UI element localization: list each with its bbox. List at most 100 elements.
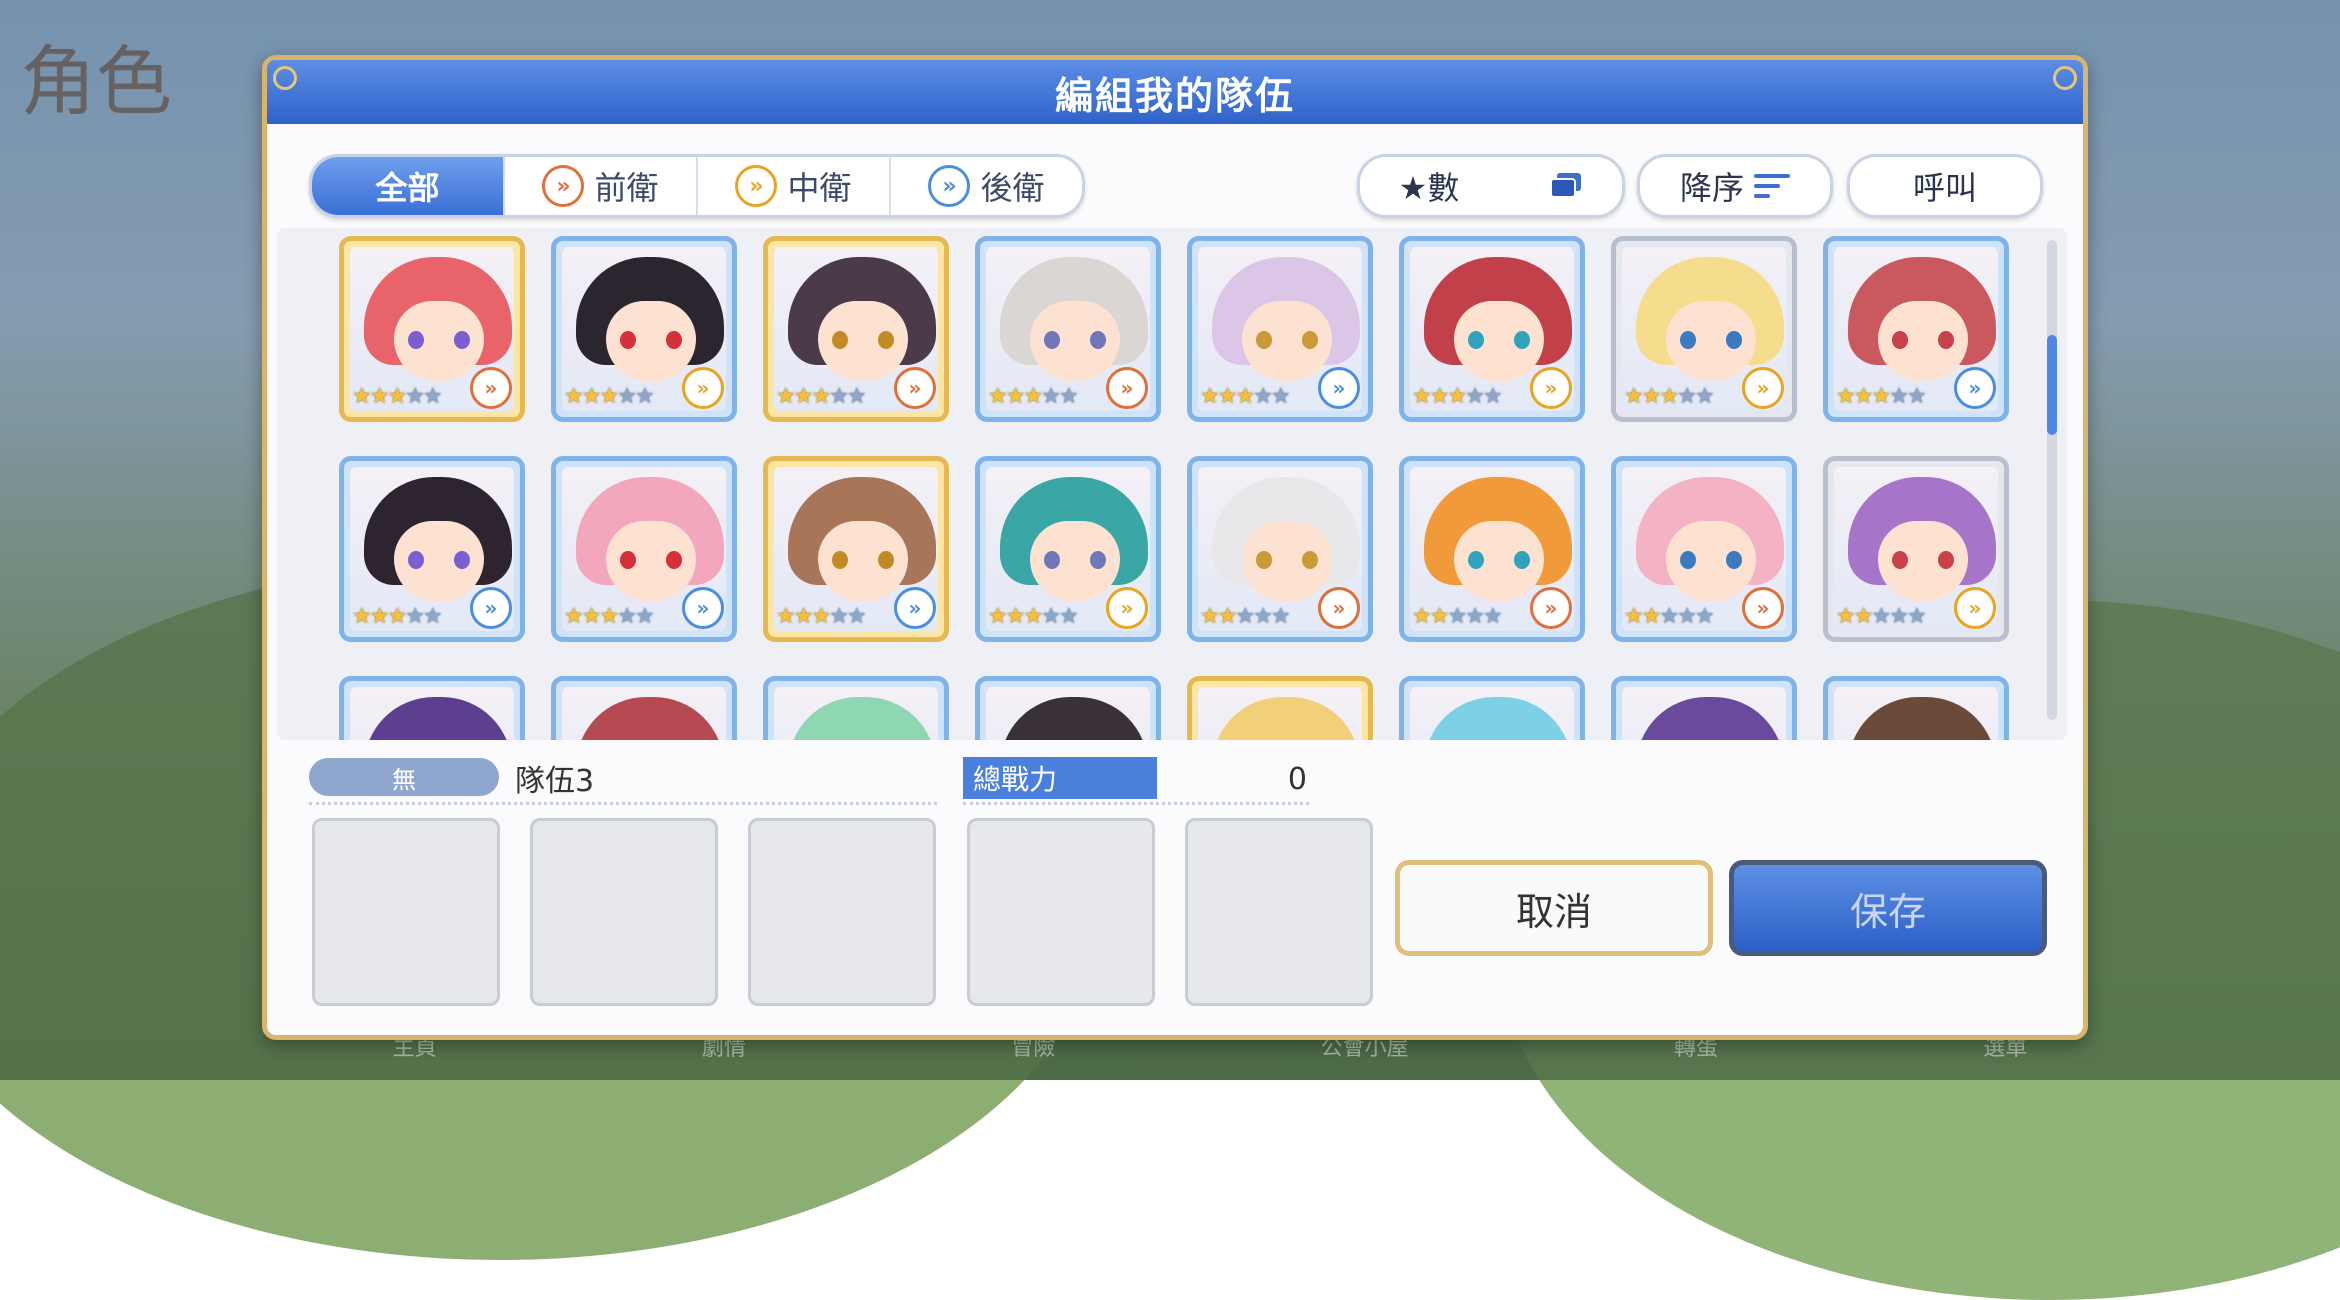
total-power-value: 0 (1287, 762, 1307, 797)
star-icon: ★ (1200, 604, 1220, 629)
middle-role-icon: » (682, 367, 724, 409)
team-element-badge: 無 (309, 758, 499, 796)
sort-key-button[interactable]: ★數 (1357, 154, 1625, 218)
star-rating: ★★★★★ (1200, 384, 1291, 409)
star-icon: ★ (564, 604, 584, 629)
star-icon: ★ (1429, 384, 1450, 409)
star-icon: ★ (1853, 384, 1874, 409)
character-card[interactable]: ★★★★★» (763, 236, 949, 422)
team-name[interactable]: 隊伍3 (515, 756, 594, 800)
star-icon: ★ (1253, 384, 1273, 409)
star-rating: ★★★★★ (988, 604, 1079, 629)
star-icon: ★ (1217, 604, 1238, 629)
character-card[interactable]: ★★★★★» (975, 676, 1161, 740)
character-portrait (1410, 687, 1574, 740)
star-rating: ★★★★★ (776, 604, 867, 629)
roster-scroll-thumb[interactable] (2047, 335, 2057, 435)
star-icon: ★ (422, 384, 443, 409)
roster-scrollbar[interactable] (2047, 240, 2057, 720)
star-icon: ★ (846, 604, 867, 629)
star-icon: ★ (1270, 604, 1291, 629)
character-card[interactable]: ★★★★★» (551, 676, 737, 740)
character-card[interactable]: ★★★★★» (1611, 676, 1797, 740)
cancel-button[interactable]: 取消 (1395, 860, 1713, 956)
team-slot[interactable] (748, 818, 936, 1006)
character-card[interactable]: ★★★★★» (1823, 676, 2009, 740)
role-filter-tabs: 全部 » 前衛 » 中衛 » 後衛 (309, 154, 1085, 218)
star-icon: ★ (1041, 604, 1061, 629)
star-icon: ★ (634, 384, 655, 409)
save-button-label: 保存 (1849, 889, 1926, 934)
team-slot[interactable] (1185, 818, 1373, 1006)
character-card[interactable]: ★★★★★» (1399, 676, 1585, 740)
character-card[interactable]: ★★★★★» (975, 456, 1161, 642)
character-card[interactable]: ★★★★★» (975, 236, 1161, 422)
star-icon: ★ (1641, 604, 1662, 629)
team-slot[interactable] (312, 818, 500, 1006)
character-card[interactable]: ★★★★★» (1823, 456, 2009, 642)
save-button[interactable]: 保存 (1729, 860, 2047, 956)
total-power-label: 總戰力 (963, 757, 1157, 799)
middle-role-icon: » (1742, 367, 1784, 409)
call-button[interactable]: 呼叫 (1847, 154, 2043, 218)
star-icon: ★ (829, 384, 849, 409)
star-icon: ★ (811, 604, 831, 629)
star-icon: ★ (405, 384, 425, 409)
character-card[interactable]: ★★★★★» (1611, 236, 1797, 422)
star-icon: ★ (1694, 384, 1715, 409)
star-icon: ★ (1906, 604, 1927, 629)
star-icon: ★ (1023, 384, 1043, 409)
background-page-title: 角色 (20, 37, 172, 126)
star-rating: ★★★★★ (1200, 604, 1291, 629)
character-card[interactable]: ★★★★★» (1187, 236, 1373, 422)
star-icon: ★ (776, 604, 796, 629)
divider (309, 802, 937, 805)
tab-front[interactable]: » 前衛 (505, 157, 698, 215)
star-icon: ★ (1624, 604, 1644, 629)
star-rating: ★★★★★ (776, 384, 867, 409)
character-card[interactable]: ★★★★★» (763, 676, 949, 740)
tab-all[interactable]: 全部 (312, 157, 505, 215)
character-card[interactable]: ★★★★★» (551, 236, 737, 422)
star-icon: ★ (988, 384, 1008, 409)
tab-back[interactable]: » 後衛 (891, 157, 1082, 215)
character-card[interactable]: ★★★★★» (1399, 456, 1585, 642)
character-portrait (1834, 687, 1998, 740)
back-role-icon: » (928, 165, 971, 207)
star-icon: ★ (599, 384, 619, 409)
character-card[interactable]: ★★★★★» (1187, 456, 1373, 642)
team-slot[interactable] (530, 818, 718, 1006)
tab-middle[interactable]: » 中衛 (698, 157, 891, 215)
star-rating: ★★★★★ (1836, 384, 1927, 409)
star-icon: ★ (1871, 384, 1891, 409)
sort-order-button[interactable]: 降序 (1637, 154, 1833, 218)
star-icon: ★ (793, 604, 814, 629)
star-rating: ★★★★★ (988, 384, 1079, 409)
team-slot[interactable] (967, 818, 1155, 1006)
character-portrait (774, 687, 938, 740)
star-icon: ★ (405, 604, 425, 629)
character-card[interactable]: ★★★★★» (551, 456, 737, 642)
star-icon: ★ (1005, 384, 1026, 409)
character-card[interactable]: ★★★★★» (1611, 456, 1797, 642)
middle-role-icon: » (1106, 587, 1148, 629)
character-card[interactable]: ★★★★★» (1187, 676, 1373, 740)
character-card[interactable]: ★★★★★» (339, 456, 525, 642)
star-icon: ★ (1465, 604, 1485, 629)
character-card[interactable]: ★★★★★» (339, 236, 525, 422)
star-icon: ★ (1836, 384, 1856, 409)
star-icon: ★ (1217, 384, 1238, 409)
character-card[interactable]: ★★★★★» (1823, 236, 2009, 422)
character-card[interactable]: ★★★★★» (763, 456, 949, 642)
star-icon: ★ (1447, 604, 1467, 629)
character-card[interactable]: ★★★★★» (1399, 236, 1585, 422)
character-card[interactable]: ★★★★★» (339, 676, 525, 740)
star-icon: ★ (1889, 384, 1909, 409)
star-icon: ★ (1447, 384, 1467, 409)
corner-ornament-icon (2053, 66, 2077, 90)
star-icon: ★ (1005, 604, 1026, 629)
star-icon: ★ (581, 604, 602, 629)
sort-key-label: ★數 (1398, 169, 1460, 207)
sort-order-label: 降序 (1679, 169, 1744, 207)
dialog-header: 編組我的隊伍 (267, 60, 2083, 124)
